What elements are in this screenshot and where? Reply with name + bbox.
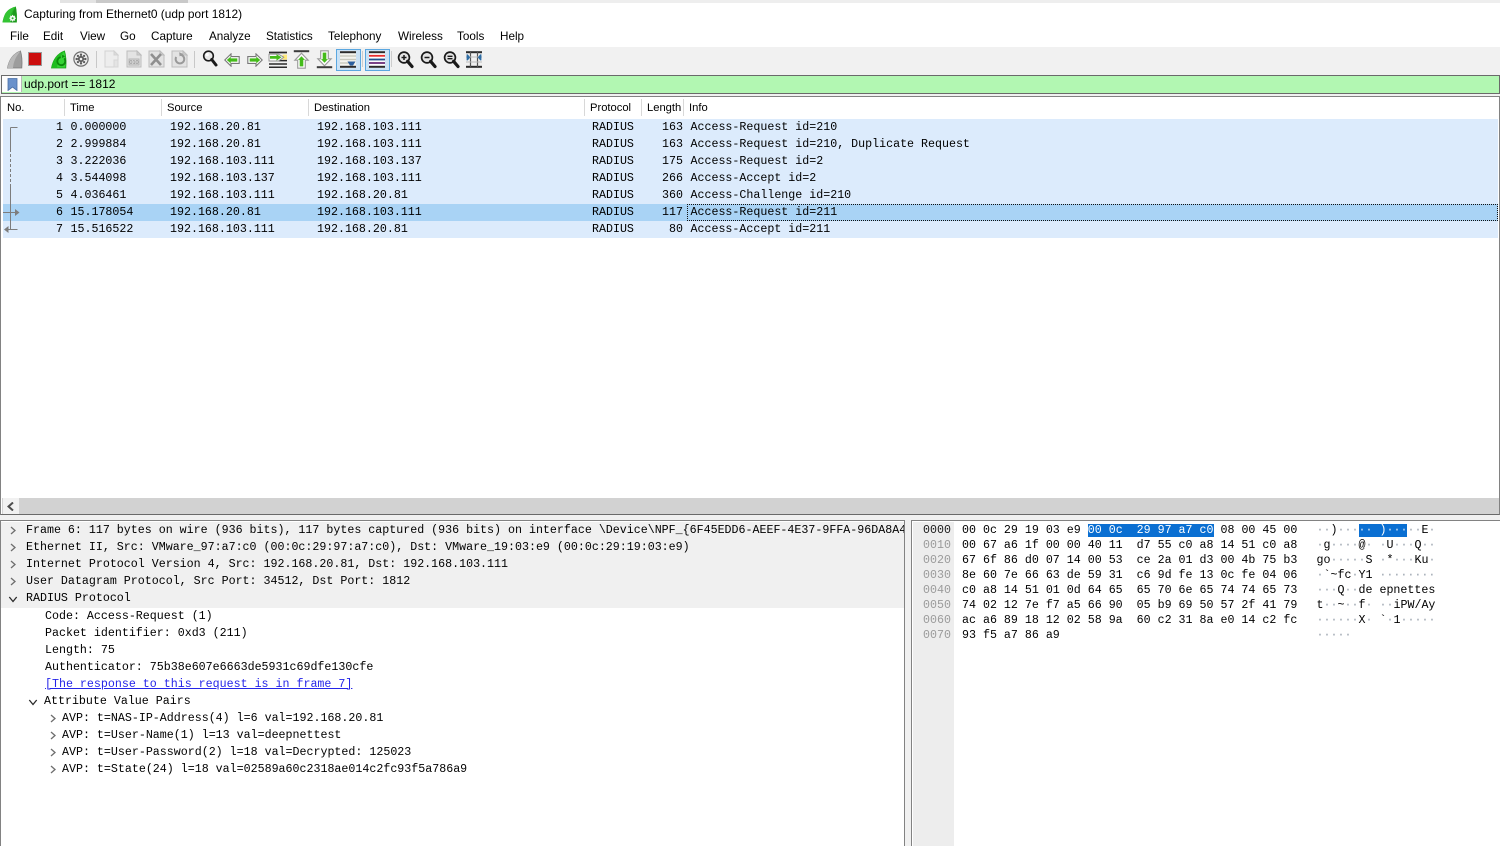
svg-text:010: 010: [129, 60, 138, 66]
